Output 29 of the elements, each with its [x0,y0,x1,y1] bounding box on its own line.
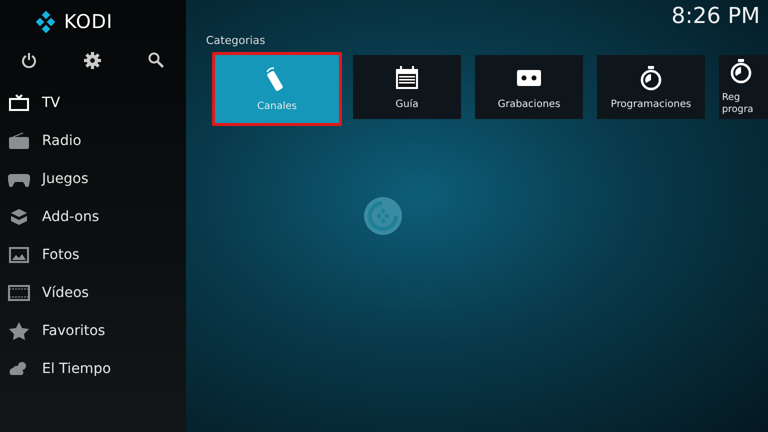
settings-icon[interactable] [84,52,101,69]
sidebar-item[interactable]: Vídeos [0,274,186,312]
sidebar-item[interactable]: Favoritos [0,312,186,350]
star-icon [8,322,30,340]
kodi-logo-icon [35,11,57,33]
category-tile[interactable]: Grabaciones [475,55,583,119]
stopwatch-icon [728,58,754,84]
box-icon [8,208,30,226]
picture-icon [8,246,30,264]
sidebar-item[interactable]: El Tiempo [0,350,186,388]
tv-icon [8,94,30,112]
sidebar-item[interactable]: Fotos [0,236,186,274]
search-icon[interactable] [148,52,164,68]
app-name: KODI [64,11,113,33]
category-tile[interactable]: Reg progra [719,55,768,119]
category-tile[interactable]: Programaciones [597,55,705,119]
sidebar-item[interactable]: Add-ons [0,198,186,236]
radio-icon [8,132,30,150]
clock-time: 8:26 PM [671,4,760,29]
sidebar-item[interactable]: Radio [0,122,186,160]
power-icon[interactable] [21,52,37,68]
loading-spinner-icon [363,196,403,236]
sidebar-item[interactable]: TV [0,84,186,122]
sidebar-item[interactable]: Juegos [0,160,186,198]
section-title: Categorias [206,34,266,48]
stopwatch-icon [638,64,664,90]
film-icon [8,284,30,302]
calendar-icon [394,64,420,90]
category-tile[interactable]: Guía [353,55,461,119]
